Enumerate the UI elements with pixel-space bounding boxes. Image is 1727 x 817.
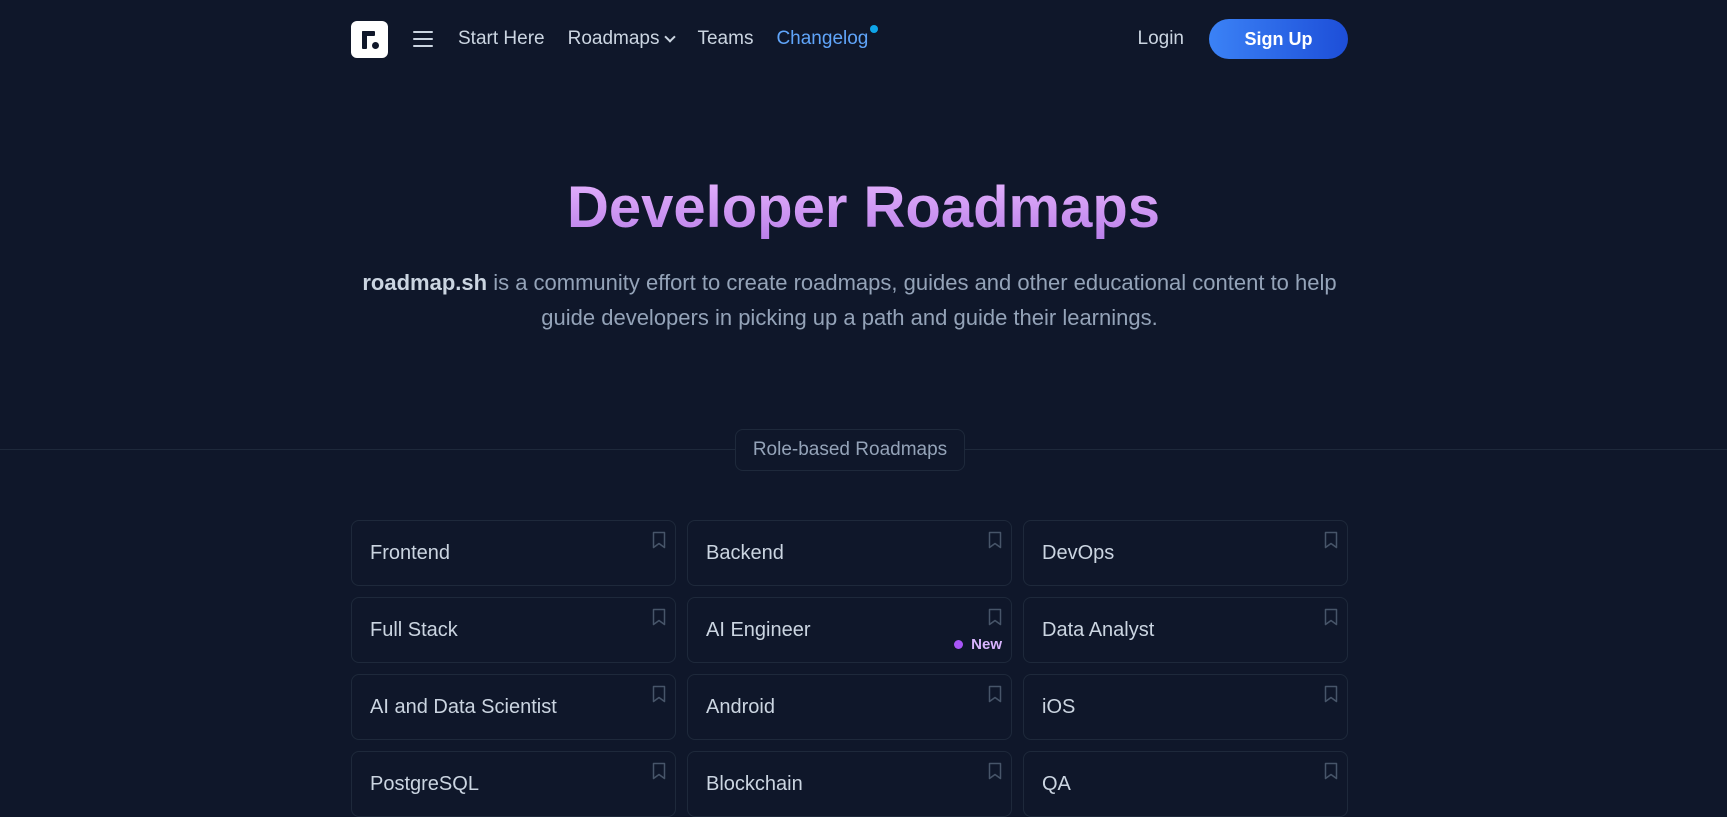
hero-description-text: is a community effort to create roadmaps… xyxy=(487,270,1337,330)
roadmap-card-label: PostgreSQL xyxy=(370,772,479,795)
roadmap-logo-icon[interactable] xyxy=(351,20,388,58)
roadmap-card-postgresql[interactable]: PostgreSQL xyxy=(351,751,676,817)
nav-link-changelog[interactable]: Changelog xyxy=(776,25,879,50)
bookmark-icon[interactable] xyxy=(1323,685,1339,703)
roadmap-card-label: QA xyxy=(1042,772,1071,795)
roadmap-card-blockchain[interactable]: Blockchain xyxy=(687,751,1012,817)
roadmap-grid: Frontend Backend DevOps Full Stack AI En… xyxy=(351,520,1348,817)
roadmap-card-label: Full Stack xyxy=(370,618,458,641)
roadmap-card-label: DevOps xyxy=(1042,541,1115,564)
new-badge-label: New xyxy=(971,636,1002,653)
roadmap-card-label: AI and Data Scientist xyxy=(370,695,557,718)
bookmark-icon[interactable] xyxy=(651,531,667,549)
roadmap-card-label: Blockchain xyxy=(706,772,803,795)
hero-description: roadmap.sh is a community effort to crea… xyxy=(351,265,1348,335)
nav-link-teams[interactable]: Teams xyxy=(697,28,753,50)
roadmap-card-qa[interactable]: QA xyxy=(1023,751,1348,817)
roadmap-card-label: AI Engineer xyxy=(706,618,811,641)
roadmap-card-ai-engineer[interactable]: AI Engineer New xyxy=(687,597,1012,663)
roadmap-card-ios[interactable]: iOS xyxy=(1023,674,1348,740)
roadmap-card-label: iOS xyxy=(1042,695,1076,718)
roadmap-card-label: Backend xyxy=(706,541,784,564)
bookmark-icon[interactable] xyxy=(987,531,1003,549)
page-title: Developer Roadmaps xyxy=(0,172,1727,244)
roadmap-card-backend[interactable]: Backend xyxy=(687,520,1012,586)
bookmark-icon[interactable] xyxy=(987,762,1003,780)
section-label: Role-based Roadmaps xyxy=(735,429,965,471)
brand-name: roadmap.sh xyxy=(362,270,488,295)
bookmark-icon[interactable] xyxy=(1323,762,1339,780)
bookmark-icon[interactable] xyxy=(651,685,667,703)
roadmap-card-full-stack[interactable]: Full Stack xyxy=(351,597,676,663)
sign-up-button[interactable]: Sign Up xyxy=(1209,19,1348,59)
roadmap-card-android[interactable]: Android xyxy=(687,674,1012,740)
bookmark-icon[interactable] xyxy=(1323,531,1339,549)
nav-link-roadmaps[interactable]: Roadmaps xyxy=(567,28,677,50)
nav-link-start-here[interactable]: Start Here xyxy=(458,28,545,50)
bookmark-icon[interactable] xyxy=(651,762,667,780)
top-navigation: Start Here Roadmaps Teams Changelog Logi… xyxy=(351,19,1348,59)
bookmark-icon[interactable] xyxy=(987,685,1003,703)
new-updates-dot xyxy=(870,25,879,33)
roadmap-card-data-analyst[interactable]: Data Analyst xyxy=(1023,597,1348,663)
bookmark-icon[interactable] xyxy=(987,608,1003,626)
roadmap-card-label: Android xyxy=(706,695,775,718)
chevron-down-icon xyxy=(664,30,677,43)
new-badge: New xyxy=(954,636,1002,653)
roadmap-card-label: Data Analyst xyxy=(1042,618,1155,641)
nav-link-roadmaps-label: Roadmaps xyxy=(567,28,660,49)
login-link[interactable]: Login xyxy=(1138,28,1185,50)
roadmap-card-frontend[interactable]: Frontend xyxy=(351,520,676,586)
roadmap-card-label: Frontend xyxy=(370,541,451,564)
hamburger-menu-icon[interactable] xyxy=(413,31,433,47)
bookmark-icon[interactable] xyxy=(1323,608,1339,626)
new-badge-dot-icon xyxy=(954,640,964,649)
nav-link-changelog-label: Changelog xyxy=(776,28,869,49)
roadmap-card-devops[interactable]: DevOps xyxy=(1023,520,1348,586)
bookmark-icon[interactable] xyxy=(651,608,667,626)
roadmap-card-ai-data-scientist[interactable]: AI and Data Scientist xyxy=(351,674,676,740)
